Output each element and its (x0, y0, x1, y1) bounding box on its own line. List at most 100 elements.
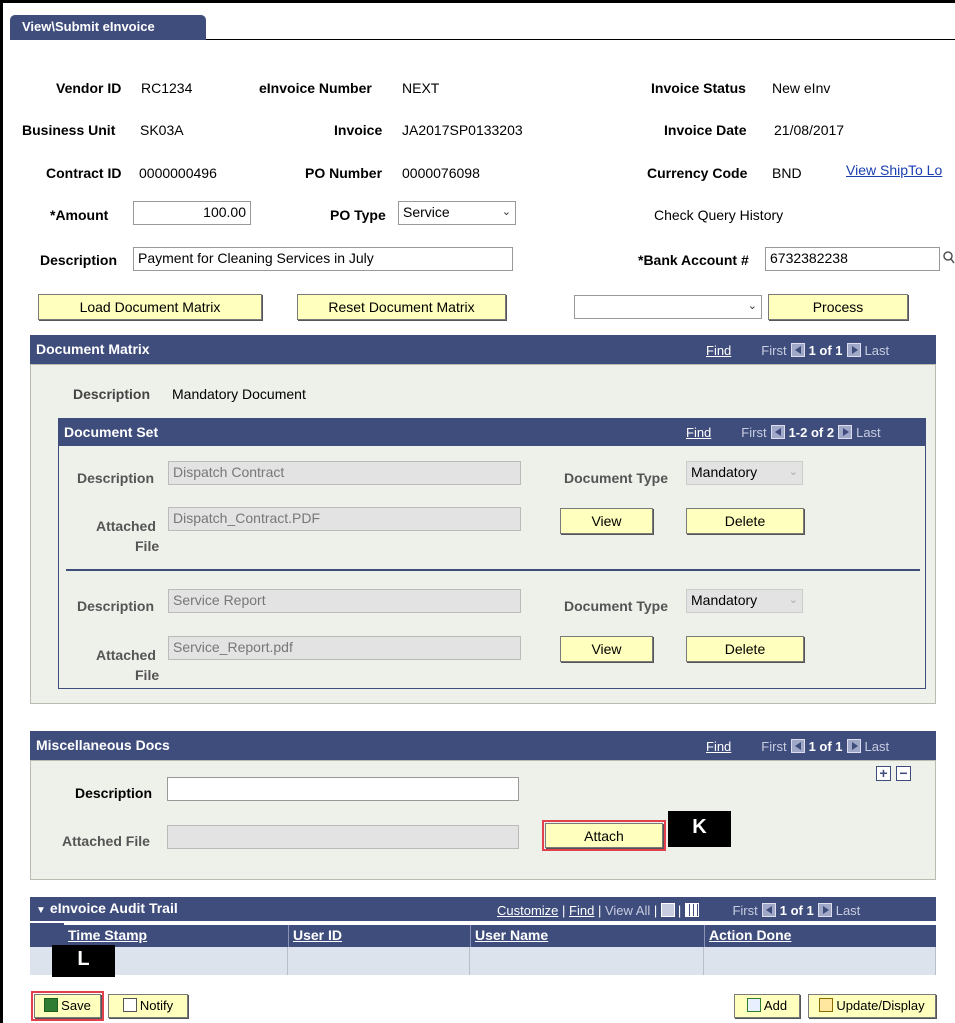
add-icon (746, 998, 761, 1012)
next-icon[interactable] (846, 343, 861, 357)
find-link[interactable]: Find (569, 903, 594, 918)
update-display-button[interactable]: Update/Display (808, 994, 936, 1018)
reset-document-matrix-button[interactable]: Reset Document Matrix (297, 294, 506, 320)
chevron-down-icon: ⌄ (747, 300, 757, 312)
last-link[interactable]: Last (856, 425, 881, 440)
contract-id-label: Contract ID (46, 165, 122, 181)
invoice-status-value: New eInv (772, 80, 831, 96)
table-cell-user-id (288, 947, 470, 975)
einvoice-number-label: eInvoice Number (259, 80, 372, 96)
delete-row-minus-icon[interactable]: − (896, 766, 911, 781)
business-unit-label: Business Unit (22, 122, 116, 138)
row2-file-label: File (135, 667, 160, 683)
next-icon[interactable] (846, 739, 861, 753)
last-link[interactable]: Last (836, 903, 861, 918)
next-icon[interactable] (817, 903, 832, 917)
matrix-description-value: Mandatory Document (172, 386, 306, 402)
misc-description-input[interactable] (167, 777, 519, 801)
add-row-plus-icon[interactable]: + (876, 766, 891, 781)
description-input[interactable]: Payment for Cleaning Services in July (133, 247, 513, 271)
row2-delete-button[interactable]: Delete (686, 636, 804, 662)
business-unit-value: SK03A (140, 122, 184, 138)
collapse-triangle-icon[interactable]: ▼ (36, 905, 46, 916)
einvoice-number-value: NEXT (402, 80, 440, 96)
find-link[interactable]: Find (706, 739, 731, 754)
table-cell-user-name (470, 947, 704, 975)
marker-l-badge: L (52, 945, 115, 977)
load-document-matrix-button[interactable]: Load Document Matrix (38, 294, 262, 320)
view-all-link[interactable]: View All (605, 903, 650, 918)
invoice-date-value: 21/08/2017 (774, 122, 845, 138)
first-link[interactable]: First (761, 343, 786, 358)
bank-account-input[interactable]: 6732382238 (765, 247, 940, 271)
chevron-down-icon: ⌄ (501, 206, 511, 218)
po-type-select[interactable]: Service ⌄ (398, 201, 516, 225)
row1-document-type-value: Mandatory (691, 464, 758, 480)
first-link[interactable]: First (761, 739, 786, 754)
add-button[interactable]: Add (734, 994, 800, 1018)
last-link[interactable]: Last (865, 739, 890, 754)
amount-input[interactable]: 100.00 (133, 201, 251, 225)
previous-icon[interactable] (761, 903, 776, 917)
row1-view-button[interactable]: View (560, 508, 653, 534)
row2-attached-file-field: Service_Report.pdf (168, 636, 521, 660)
lookup-search-icon[interactable] (943, 251, 955, 265)
find-link[interactable]: Find (686, 425, 711, 440)
tab-view-submit-einvoice[interactable]: View\Submit eInvoice (10, 15, 206, 40)
column-user-name[interactable]: User Name (470, 925, 704, 947)
currency-code-label: Currency Code (647, 165, 748, 181)
first-link[interactable]: First (732, 903, 757, 918)
row-count: 1 of 1 (808, 739, 843, 754)
row-count: 1-2 of 2 (788, 425, 835, 440)
add-label: Add (763, 998, 788, 1013)
invoice-status-label: Invoice Status (651, 80, 746, 96)
next-icon[interactable] (838, 425, 853, 439)
row1-description-field: Dispatch Contract (168, 461, 521, 485)
audit-trail-title[interactable]: eInvoice Audit Trail (50, 900, 178, 916)
po-type-value: Service (403, 204, 450, 220)
find-link[interactable]: Find (706, 343, 731, 358)
row2-description-field: Service Report (168, 589, 521, 613)
download-icon[interactable] (660, 903, 675, 917)
invoice-date-label: Invoice Date (664, 122, 747, 138)
column-action-done[interactable]: Action Done (704, 925, 936, 947)
save-label: Save (61, 998, 91, 1013)
customize-link[interactable]: Customize (497, 903, 558, 918)
previous-icon[interactable] (790, 343, 805, 357)
row-header-spacer (30, 923, 64, 947)
vendor-id-label: Vendor ID (56, 80, 122, 96)
row-count: 1 of 1 (808, 343, 843, 358)
po-type-label: PO Type (330, 207, 386, 223)
table-cell-action-done (704, 947, 936, 975)
misc-docs-nav: Find First 1 of 1 Last (706, 739, 889, 754)
last-link[interactable]: Last (865, 343, 890, 358)
notify-button[interactable]: Notify (108, 994, 188, 1018)
row-divider (66, 569, 920, 571)
currency-code-value: BND (772, 165, 802, 181)
grid-icon[interactable] (684, 903, 699, 917)
action-select[interactable]: ⌄ (574, 295, 762, 319)
row1-attached-label: Attached (96, 518, 156, 534)
attach-button[interactable]: Attach (542, 820, 666, 851)
previous-icon[interactable] (770, 425, 785, 439)
process-button[interactable]: Process (768, 294, 908, 320)
misc-attached-file-label: Attached File (62, 833, 150, 849)
misc-attached-file-field (167, 825, 519, 849)
notify-label: Notify (139, 998, 174, 1013)
update-display-label: Update/Display (836, 998, 925, 1013)
row2-view-button[interactable]: View (560, 636, 653, 662)
document-matrix-nav: Find First 1 of 1 Last (706, 343, 889, 358)
check-query-history[interactable]: Check Query History (654, 207, 783, 223)
column-user-id[interactable]: User ID (288, 925, 470, 947)
invoice-value: JA2017SP0133203 (402, 122, 523, 138)
view-shipto-link[interactable]: View ShipTo Lo (846, 162, 942, 178)
row1-delete-button[interactable]: Delete (686, 508, 804, 534)
first-link[interactable]: First (741, 425, 766, 440)
column-time-stamp[interactable]: Time Stamp (64, 925, 288, 947)
document-set-nav: Find First 1-2 of 2 Last (686, 425, 881, 440)
previous-icon[interactable] (790, 739, 805, 753)
bank-account-label: *Bank Account # (638, 252, 749, 268)
chevron-down-icon: ⌄ (788, 594, 798, 606)
save-button[interactable]: Save (31, 991, 104, 1021)
header-gap (30, 921, 936, 923)
